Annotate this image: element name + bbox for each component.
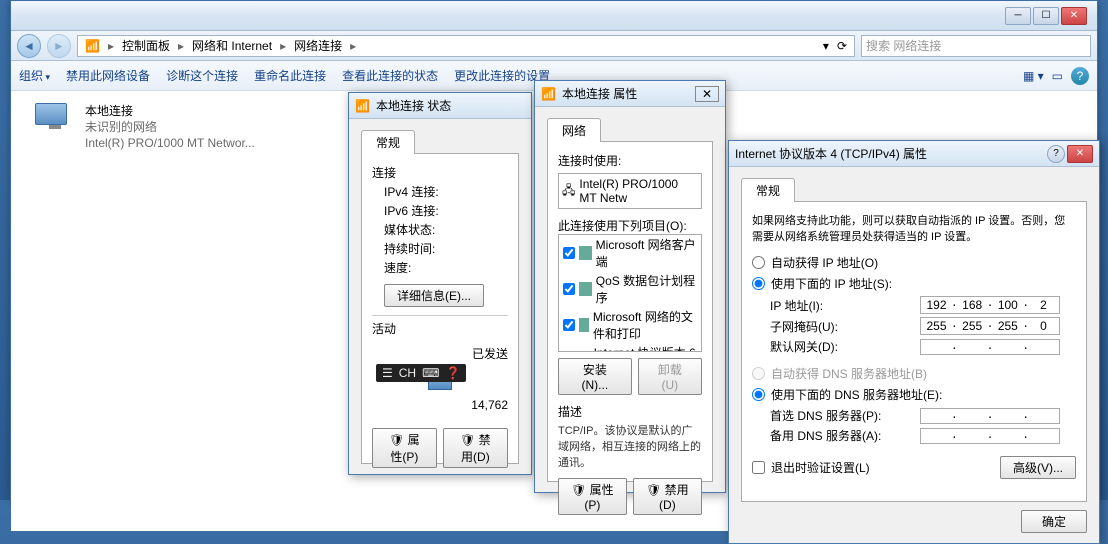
disable-button-2[interactable]: 🛡 禁用(D) — [633, 478, 702, 515]
items-label: 此连接使用下列项目(O): — [558, 217, 702, 234]
crumb-control-panel[interactable]: 控制面板 — [119, 37, 173, 54]
close-button[interactable]: ✕ — [1061, 7, 1087, 25]
disable-device-button[interactable]: 禁用此网络设备 — [66, 67, 150, 84]
minimize-button[interactable]: ─ — [1005, 7, 1031, 25]
media-label: 媒体状态: — [384, 221, 435, 238]
help-text: 如果网络支持此功能，则可以获取自动指派的 IP 设置。否则，您需要从网络系统管理… — [752, 212, 1076, 244]
component-icon — [579, 246, 592, 260]
use-dns-radio[interactable] — [752, 388, 765, 401]
validate-label: 退出时验证设置(L) — [771, 459, 870, 476]
rename-button[interactable]: 重命名此连接 — [254, 67, 326, 84]
auto-ip-radio[interactable] — [752, 256, 765, 269]
properties-button[interactable]: 🛡 属性(P) — [372, 428, 437, 468]
details-button[interactable]: 详细信息(E)... — [384, 284, 484, 307]
list-item[interactable]: Microsoft 网络客户端 — [559, 235, 701, 271]
crumb-network-connections[interactable]: 网络连接 — [291, 37, 345, 54]
advanced-button[interactable]: 高级(V)... — [1000, 456, 1076, 479]
crumb-network-internet[interactable]: 网络和 Internet — [189, 37, 275, 54]
search-input[interactable]: 搜索 网络连接 — [861, 35, 1091, 57]
tab-general[interactable]: 常规 — [361, 130, 415, 154]
pref-dns-field[interactable]: ... — [920, 408, 1060, 424]
help-icon[interactable]: ? — [1047, 145, 1065, 163]
adapter-icon: 🖧 — [562, 181, 575, 202]
network-icon: 📶 — [541, 87, 556, 101]
gateway-label: 默认网关(D): — [770, 338, 920, 355]
components-list[interactable]: Microsoft 网络客户端QoS 数据包计划程序Microsoft 网络的文… — [558, 234, 702, 352]
connection-name: 本地连接 — [85, 103, 255, 119]
diagnose-button[interactable]: 诊断这个连接 — [166, 67, 238, 84]
network-icon: 📶 — [355, 99, 370, 113]
ip-address-field[interactable]: 192.168.100.2 — [920, 296, 1060, 314]
subnet-mask-field[interactable]: 255.255.255.0 — [920, 317, 1060, 335]
disable-button[interactable]: 🛡 禁用(D) — [443, 428, 508, 468]
connection-status: 未识别的网络 — [85, 119, 255, 135]
tab-general[interactable]: 常规 — [741, 178, 795, 202]
bytes-sent: 14,762 — [372, 398, 508, 412]
validate-checkbox[interactable] — [752, 461, 765, 474]
sent-label: 已发送 — [372, 345, 508, 362]
ipv4-label: IPv4 连接: — [384, 183, 439, 200]
list-item[interactable]: QoS 数据包计划程序 — [559, 271, 701, 307]
close-icon[interactable]: ✕ — [1067, 145, 1093, 163]
organize-menu[interactable]: 组织 — [19, 67, 50, 84]
section-connection: 连接 — [372, 164, 508, 181]
properties-dialog: 📶 本地连接 属性 ✕ 网络 连接时使用: 🖧 Intel(R) PRO/100… — [534, 80, 726, 493]
ip-label: IP 地址(I): — [770, 297, 920, 314]
ime-toolbar[interactable]: ☰CH⌨❓ — [376, 364, 466, 382]
tab-network[interactable]: 网络 — [547, 118, 601, 142]
ipv4-dialog: Internet 协议版本 4 (TCP/IPv4) 属性 ? ✕ 常规 如果网… — [728, 140, 1100, 544]
list-item[interactable]: Microsoft 网络的文件和打印 — [559, 307, 701, 343]
list-item[interactable]: Internet 协议版本 6 (TCP/ — [559, 343, 701, 352]
explorer-titlebar: ─ ☐ ✕ — [11, 1, 1097, 31]
adapter-field: 🖧 Intel(R) PRO/1000 MT Netw — [558, 173, 702, 209]
folder-icon: 📶 — [82, 39, 103, 53]
view-mode-icon[interactable]: ▦ ▾ — [1023, 69, 1044, 83]
maximize-button[interactable]: ☐ — [1033, 7, 1059, 25]
connect-using-label: 连接时使用: — [558, 152, 702, 169]
connection-device: Intel(R) PRO/1000 MT Networ... — [85, 135, 255, 151]
back-button[interactable]: ◄ — [17, 34, 41, 58]
section-activity: 活动 — [372, 320, 508, 337]
view-status-button[interactable]: 查看此连接的状态 — [342, 67, 438, 84]
install-button[interactable]: 安装(N)... — [558, 358, 632, 395]
mask-label: 子网掩码(U): — [770, 318, 920, 335]
speed-label: 速度: — [384, 259, 411, 276]
dropdown-icon[interactable]: ▾ — [820, 39, 832, 53]
status-dialog: 📶 本地连接 状态 常规 连接 IPv4 连接: IPv6 连接: 媒体状态: … — [348, 92, 532, 475]
component-icon — [579, 282, 592, 296]
description-text: TCP/IP。该协议是默认的广域网络，相互连接的网络上的通讯。 — [558, 422, 702, 470]
properties-dialog-title[interactable]: 📶 本地连接 属性 ✕ — [535, 81, 725, 107]
component-icon — [579, 318, 589, 332]
ipv6-label: IPv6 连接: — [384, 202, 439, 219]
uninstall-button: 卸载(U) — [638, 358, 702, 395]
network-adapter-icon — [35, 103, 75, 141]
forward-button[interactable]: ► — [47, 34, 71, 58]
connection-item[interactable]: 本地连接 未识别的网络 Intel(R) PRO/1000 MT Networ.… — [35, 103, 255, 151]
gateway-field[interactable]: ... — [920, 339, 1060, 355]
close-icon[interactable]: ✕ — [695, 86, 719, 102]
pref-dns-label: 首选 DNS 服务器(P): — [770, 407, 920, 424]
use-ip-radio[interactable] — [752, 277, 765, 290]
auto-dns-radio — [752, 367, 765, 380]
description-label: 描述 — [558, 403, 702, 420]
properties-button-2[interactable]: 🛡 属性(P) — [558, 478, 627, 515]
breadcrumb[interactable]: 📶 ▸ 控制面板 ▸ 网络和 Internet ▸ 网络连接 ▸ ▾ ⟳ — [77, 35, 855, 57]
ok-button[interactable]: 确定 — [1021, 510, 1087, 533]
alt-dns-label: 备用 DNS 服务器(A): — [770, 427, 920, 444]
refresh-icon[interactable]: ⟳ — [834, 39, 850, 53]
help-icon[interactable]: ? — [1071, 67, 1089, 85]
duration-label: 持续时间: — [384, 240, 435, 257]
status-dialog-title[interactable]: 📶 本地连接 状态 — [349, 93, 531, 119]
alt-dns-field[interactable]: ... — [920, 428, 1060, 444]
ipv4-dialog-title[interactable]: Internet 协议版本 4 (TCP/IPv4) 属性 ? ✕ — [729, 141, 1099, 167]
address-bar: ◄ ► 📶 ▸ 控制面板 ▸ 网络和 Internet ▸ 网络连接 ▸ ▾ ⟳… — [11, 31, 1097, 61]
preview-pane-icon[interactable]: ▭ — [1052, 69, 1063, 83]
